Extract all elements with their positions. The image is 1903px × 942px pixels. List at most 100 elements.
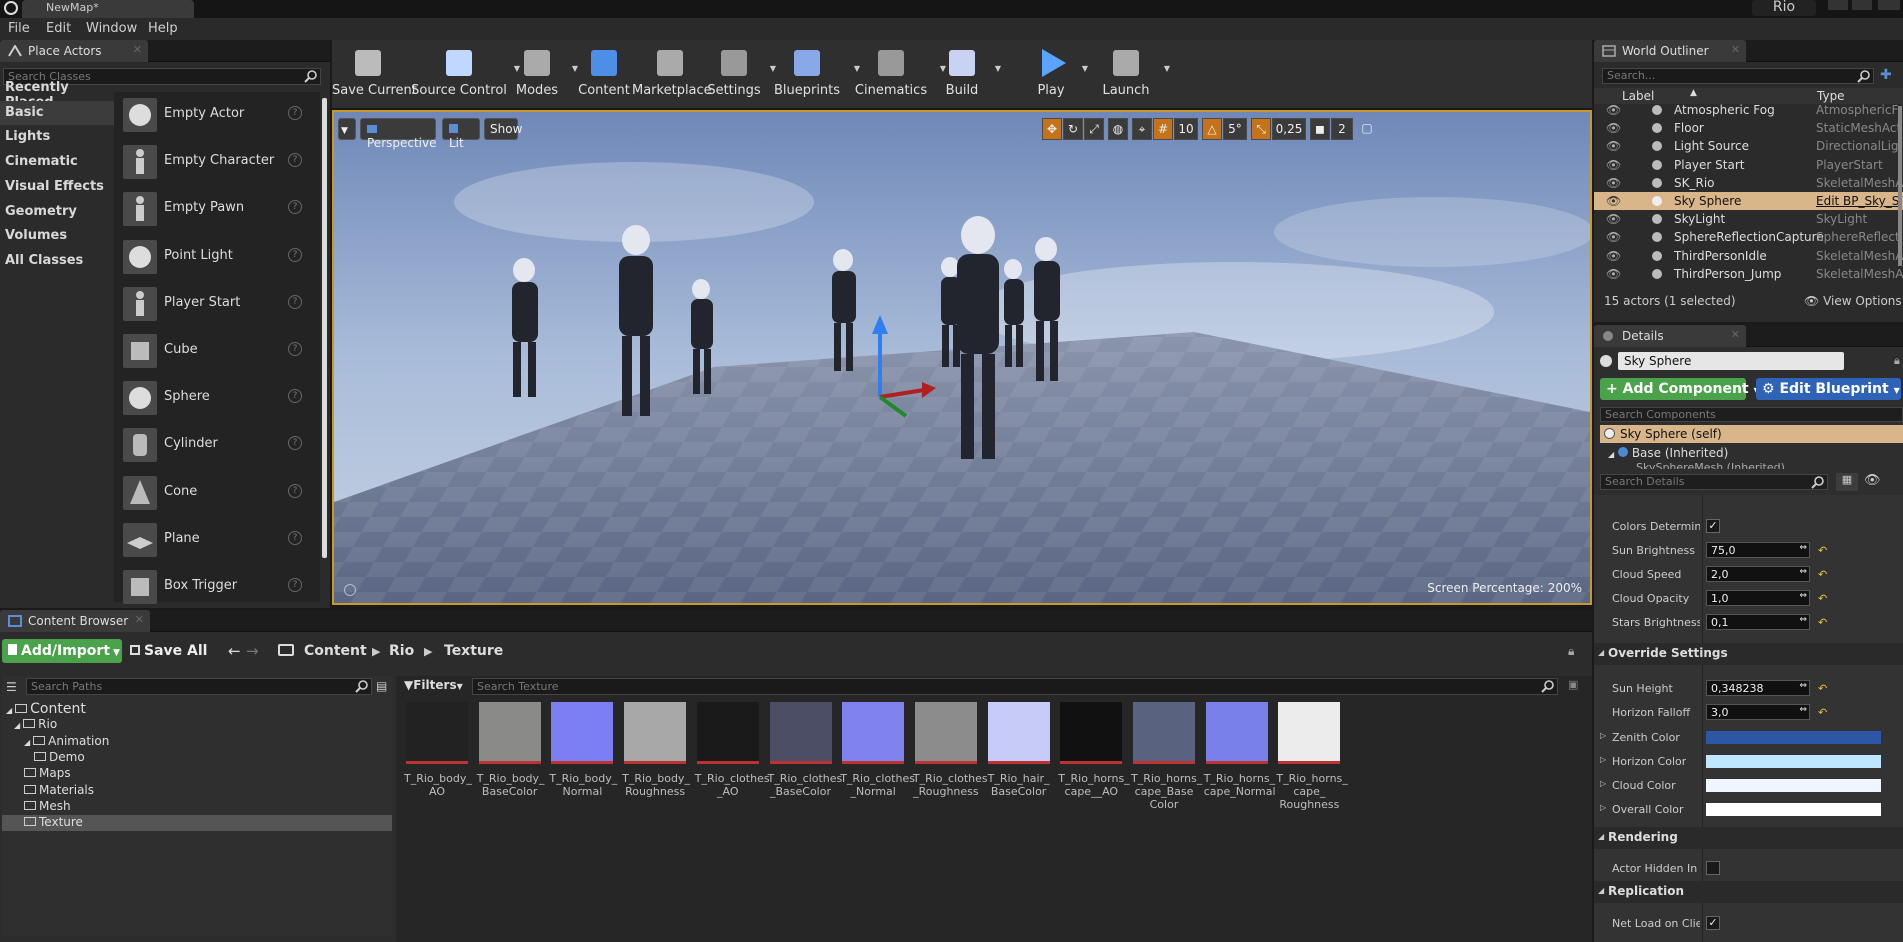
eye-icon[interactable]: 👁︎ <box>1864 473 1881 488</box>
world-local-button[interactable]: ◍ <box>1108 118 1128 140</box>
close-icon[interactable]: ✕ <box>1731 43 1740 56</box>
document-tab[interactable]: NewMap* <box>22 0 194 18</box>
visibility-eye-icon[interactable]: 👁︎ <box>1606 194 1621 208</box>
scale-snap-value[interactable]: 0,25 <box>1272 118 1306 140</box>
close-icon[interactable]: ✕ <box>1731 328 1740 341</box>
rotate-mode-button[interactable]: ↻ <box>1063 118 1083 140</box>
toolbar-settings[interactable]: Settings ▼ <box>704 44 776 98</box>
asset-tile[interactable]: T_Rio_clothes _Normal <box>840 702 915 798</box>
visibility-eye-icon[interactable]: 👁︎ <box>1606 103 1621 117</box>
lock-icon[interactable]: 🔒︎ <box>1894 354 1900 368</box>
visibility-eye-icon[interactable]: 👁︎ <box>1606 121 1621 135</box>
help-icon[interactable]: ? <box>288 106 302 120</box>
asset-tile[interactable]: T_Rio_clothes _BaseColor <box>768 702 842 798</box>
perspective-button[interactable]: Perspective <box>360 118 437 150</box>
outliner-row-skylight[interactable]: 👁︎ SkyLight SkyLight <box>1594 210 1903 228</box>
toolbar-play[interactable]: Play ▼ <box>1026 44 1088 98</box>
asset-tile[interactable]: T_Rio_horns_ cape_Normal <box>1204 702 1276 798</box>
color-swatch-overall-color[interactable] <box>1706 803 1881 816</box>
close-icon[interactable]: ✕ <box>133 43 142 56</box>
help-icon[interactable]: ? <box>288 247 302 262</box>
camera-speed-button[interactable]: ◼ <box>1310 118 1330 140</box>
category-all-classes[interactable]: All Classes <box>0 249 114 273</box>
asset-tile[interactable]: T_Rio_horns_ cape_ Roughness <box>1276 702 1348 811</box>
property-value-cloud-opacity[interactable]: 1,0 ⇔ <box>1706 590 1810 606</box>
menu-edit[interactable]: Edit <box>46 21 71 36</box>
outliner-row-atmospheric-fog[interactable]: 👁︎ Atmospheric Fog AtmosphericF <box>1594 101 1903 119</box>
toolbar-build[interactable]: Build ▼ <box>935 44 1001 98</box>
outliner-row-spherereflectioncapture[interactable]: 👁︎ SphereReflectionCapture SphereReflecti <box>1594 228 1903 246</box>
category-recently-placed[interactable]: Recently Placed <box>0 76 114 110</box>
menu-file[interactable]: File <box>8 21 30 36</box>
color-swatch-horizon-color[interactable] <box>1706 755 1881 768</box>
actor-item-empty-pawn[interactable]: Empty Pawn? <box>114 186 310 233</box>
grid-snap-value[interactable]: 10 <box>1174 118 1198 140</box>
scale-mode-button[interactable]: ⤢ <box>1084 118 1104 140</box>
breadcrumb-rio[interactable]: Rio <box>389 643 414 659</box>
toolbar-modes[interactable]: Modes ▼ <box>508 44 578 98</box>
property-value-sun-brightness[interactable]: 75,0 ⇔ <box>1706 542 1810 558</box>
folder-rio[interactable]: ◢ Rio <box>2 717 392 733</box>
actor-item-sphere[interactable]: Sphere? <box>114 375 310 422</box>
expand-arrow-icon[interactable]: ▷ <box>1600 779 1606 788</box>
reset-arrow-icon[interactable]: ↶ <box>1818 592 1827 605</box>
search-paths-input[interactable]: Search Paths <box>26 678 372 695</box>
translate-mode-button[interactable]: ✥ <box>1042 118 1062 140</box>
section-override-settings[interactable]: Override Settings <box>1594 643 1903 665</box>
search-components-input[interactable]: Search Components <box>1600 407 1903 422</box>
actor-item-cone[interactable]: Cone? <box>114 470 310 517</box>
save-all-button[interactable]: Save All <box>130 643 207 659</box>
help-icon[interactable]: ? <box>288 153 302 168</box>
world-outliner-tab[interactable]: World Outliner ✕ <box>1594 40 1746 62</box>
actor-name-field[interactable]: Sky Sphere <box>1618 352 1844 370</box>
toolbar-marketplace[interactable]: Marketplace <box>632 44 712 98</box>
viewport-options-button[interactable]: ▼ <box>338 118 356 140</box>
help-icon[interactable]: ? <box>288 436 302 451</box>
scale-snap-toggle[interactable]: ⤡ <box>1251 118 1271 140</box>
add-component-button[interactable]: + Add Component ▼ <box>1600 378 1760 400</box>
reset-arrow-icon[interactable]: ↶ <box>1818 568 1827 581</box>
color-swatch-cloud-color[interactable] <box>1706 779 1881 792</box>
actor-item-box-trigger[interactable]: Box Trigger? <box>114 564 310 611</box>
save-search-icon[interactable]: ▣ <box>1568 678 1578 691</box>
visibility-eye-icon[interactable]: 👁︎ <box>1606 249 1621 263</box>
help-icon[interactable]: ? <box>288 200 302 215</box>
section-rendering[interactable]: Rendering <box>1594 827 1903 849</box>
lit-button[interactable]: Lit <box>442 118 480 150</box>
chevron-down-icon[interactable]: ▼ <box>995 64 1001 73</box>
asset-tile[interactable]: T_Rio_horns_ cape_Base Color <box>1131 702 1202 811</box>
asset-tile[interactable]: T_Rio_body_ AO <box>404 702 472 798</box>
asset-tile[interactable]: T_Rio_body_ Roughness <box>622 702 690 798</box>
component-self-row[interactable]: Sky Sphere (self) <box>1600 425 1903 443</box>
category-basic[interactable]: Basic <box>0 100 114 125</box>
category-visual-effects[interactable]: Visual Effects <box>0 175 114 199</box>
section-replication[interactable]: Replication <box>1594 881 1903 903</box>
sources-toggle-icon[interactable]: ☰ <box>6 680 17 694</box>
net-load-checkbox[interactable]: ✓ <box>1706 916 1720 930</box>
asset-tile[interactable]: T_Rio_clothes _AO <box>695 702 770 798</box>
property-checkbox-colors-determined[interactable]: ✓ <box>1706 519 1720 533</box>
visibility-eye-icon[interactable]: 👁︎ <box>1606 176 1621 190</box>
reset-arrow-icon[interactable]: ↶ <box>1818 616 1827 629</box>
path-view-options-icon[interactable]: ▤ <box>376 679 387 693</box>
visibility-eye-icon[interactable]: 👁︎ <box>1606 139 1621 153</box>
reset-arrow-icon[interactable]: ↶ <box>1818 706 1827 719</box>
chevron-down-icon[interactable]: ▼ <box>1164 64 1170 73</box>
property-matrix-icon[interactable]: ▦ <box>1836 473 1858 491</box>
minimize-button[interactable] <box>1828 0 1848 10</box>
asset-tile[interactable]: T_Rio_body_ BaseColor <box>477 702 545 798</box>
actor-item-cylinder[interactable]: Cylinder? <box>114 422 310 469</box>
menu-window[interactable]: Window <box>86 21 137 36</box>
expand-arrow-icon[interactable]: ▷ <box>1600 803 1606 812</box>
reset-arrow-icon[interactable]: ↶ <box>1818 682 1827 695</box>
folder-demo[interactable]: Demo <box>2 750 392 766</box>
add-import-button[interactable]: Add/Import ▼ <box>2 639 122 663</box>
surface-snap-button[interactable]: ⌖ <box>1132 118 1152 140</box>
help-icon[interactable]: ? <box>288 294 302 309</box>
visibility-eye-icon[interactable]: 👁︎ <box>1606 158 1621 172</box>
show-button[interactable]: Show <box>484 118 522 140</box>
folder-animation[interactable]: ◢ Animation <box>2 734 392 750</box>
help-icon[interactable]: ? <box>288 483 302 498</box>
actor-item-point-light[interactable]: Point Light? <box>114 234 310 281</box>
actor-item-cube[interactable]: Cube? <box>114 328 310 375</box>
